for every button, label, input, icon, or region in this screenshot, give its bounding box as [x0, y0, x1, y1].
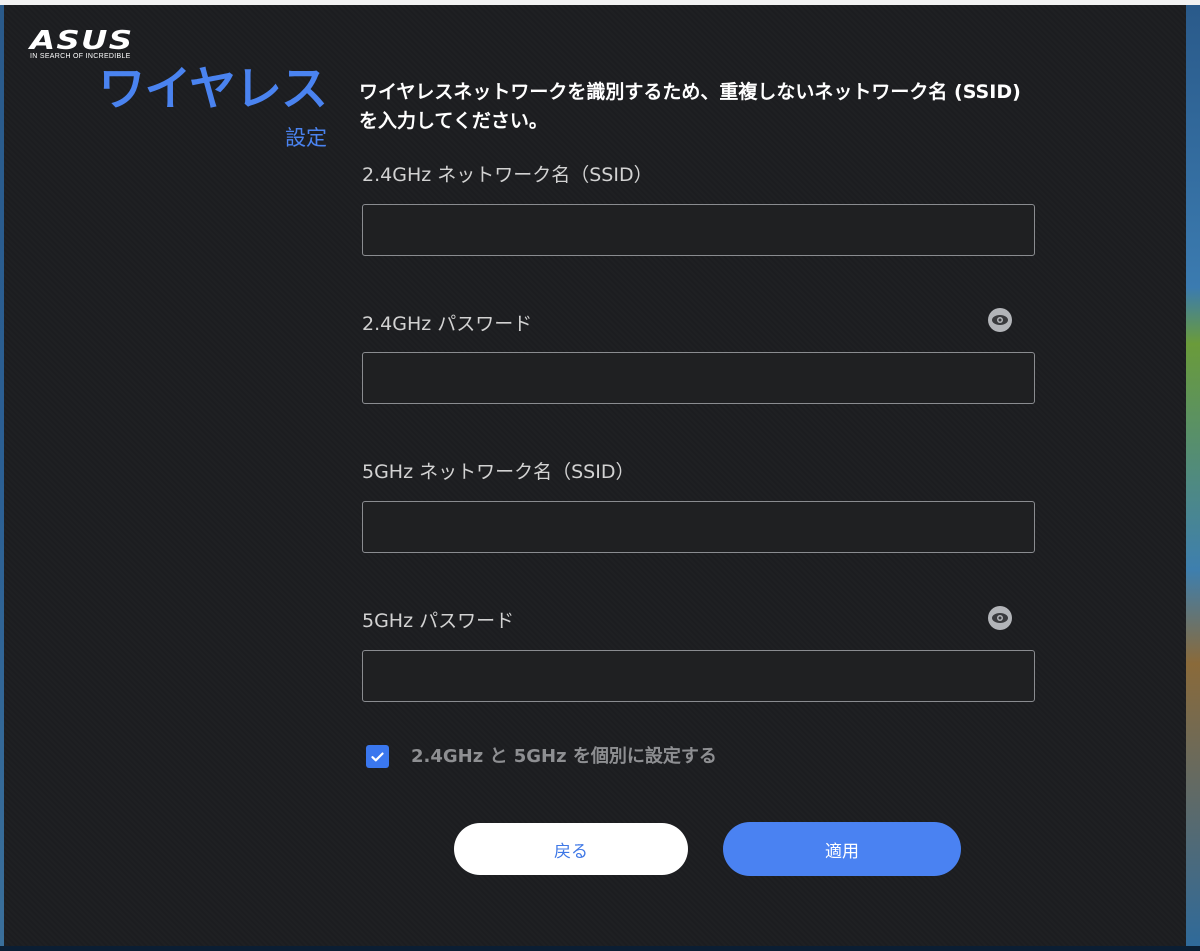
ssid-5ghz-label: 5GHz ネットワーク名（SSID）: [362, 461, 635, 483]
desktop-background-edge-left: [0, 5, 4, 946]
desktop-background-edge-right: [1186, 5, 1200, 946]
window-top-border: [0, 0, 1200, 5]
eye-icon: [992, 613, 1008, 623]
page-subtitle: 設定: [285, 126, 327, 150]
setup-window: ASUS IN SEARCH OF INCREDIBLE ワイヤレス 設定 ワイ…: [0, 0, 1200, 951]
logo-wordmark: ASUS: [30, 26, 134, 56]
password-24ghz-label: 2.4GHz パスワード: [362, 313, 533, 335]
ssid-24ghz-label: 2.4GHz ネットワーク名（SSID）: [362, 164, 653, 186]
page-title: ワイヤレス: [98, 62, 328, 117]
apply-button[interactable]: 適用: [723, 822, 961, 876]
back-button[interactable]: 戻る: [454, 823, 688, 875]
page-heading: ワイヤレス 設定: [90, 60, 328, 152]
window-bottom-border: [0, 946, 1200, 951]
password-5ghz-label: 5GHz パスワード: [362, 610, 515, 632]
password-5ghz-input[interactable]: [362, 650, 1035, 702]
intro-instructions: ワイヤレスネットワークを識別するため、重複しないネットワーク名 (SSID) を…: [359, 81, 1021, 132]
separate-bands-checkbox[interactable]: [366, 745, 389, 768]
checkmark-icon: [371, 752, 384, 761]
eye-icon: [992, 315, 1008, 325]
show-password-24ghz-eye-icon[interactable]: [988, 308, 1012, 332]
password-24ghz-input[interactable]: [362, 352, 1035, 404]
show-password-5ghz-eye-icon[interactable]: [988, 606, 1012, 630]
ssid-5ghz-input[interactable]: [362, 501, 1035, 553]
ssid-24ghz-input[interactable]: [362, 204, 1035, 256]
asus-logo: ASUS IN SEARCH OF INCREDIBLE: [30, 28, 132, 60]
separate-bands-label[interactable]: 2.4GHz と 5GHz を個別に設定する: [411, 742, 717, 768]
